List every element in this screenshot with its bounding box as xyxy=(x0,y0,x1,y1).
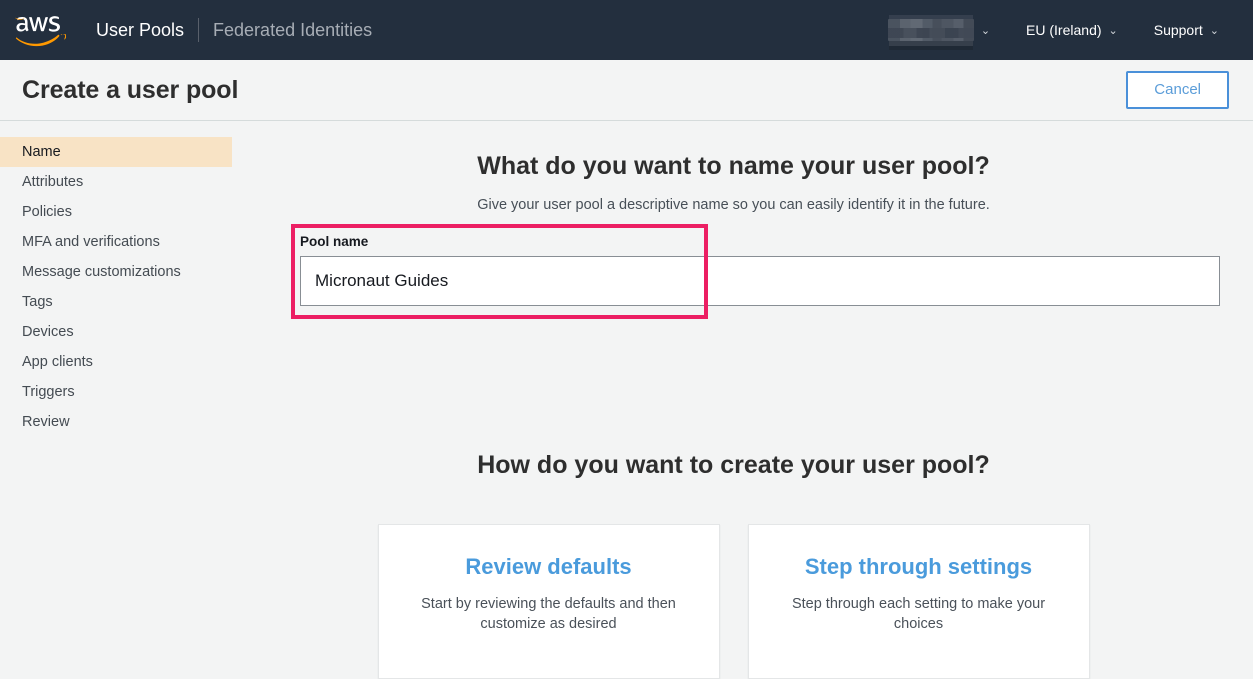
primary-nav-links: User Pools Federated Identities xyxy=(82,18,386,42)
region-label: EU (Ireland) xyxy=(1026,22,1102,38)
account-menu[interactable]: ⌄ xyxy=(870,19,1008,41)
wizard-main-panel: What do you want to name your user pool?… xyxy=(232,121,1253,679)
sidebar-item-review[interactable]: Review xyxy=(0,407,232,437)
chevron-down-icon: ⌄ xyxy=(1209,24,1219,37)
creation-option-cards: Review defaults Start by reviewing the d… xyxy=(232,524,1253,679)
sidebar-item-name[interactable]: Name xyxy=(0,137,232,167)
sidebar-item-app-clients[interactable]: App clients xyxy=(0,347,232,377)
top-navigation-bar: User Pools Federated Identities ⌄ EU (Ir… xyxy=(0,0,1253,60)
aws-logo[interactable] xyxy=(14,12,66,48)
card-description: Start by reviewing the defaults and then… xyxy=(421,596,676,632)
topnav-right-group: ⌄ EU (Ireland) ⌄ Support ⌄ xyxy=(870,19,1237,41)
main-heading: What do you want to name your user pool? xyxy=(477,152,990,180)
sidebar-item-message-customizations[interactable]: Message customizations xyxy=(0,257,232,287)
account-name-redacted xyxy=(887,19,974,41)
nav-link-federated-identities[interactable]: Federated Identities xyxy=(199,20,386,41)
region-menu[interactable]: EU (Ireland) ⌄ xyxy=(1008,22,1136,38)
support-menu[interactable]: Support ⌄ xyxy=(1136,22,1237,38)
sidebar-item-policies[interactable]: Policies xyxy=(0,197,232,227)
pool-name-label: Pool name xyxy=(300,234,369,249)
sidebar-item-mfa-and-verifications[interactable]: MFA and verifications xyxy=(0,227,232,257)
cancel-button[interactable]: Cancel xyxy=(1126,70,1229,110)
card-description: Step through each setting to make your c… xyxy=(791,596,1046,632)
card-title: Review defaults xyxy=(465,554,632,579)
wizard-step-sidebar: Name Attributes Policies MFA and verific… xyxy=(0,121,232,596)
chevron-down-icon: ⌄ xyxy=(980,24,991,37)
sidebar-item-tags[interactable]: Tags xyxy=(0,287,232,317)
card-step-through-settings[interactable]: Step through settings Step through each … xyxy=(747,524,1090,679)
page-title: Create a user pool xyxy=(22,75,239,104)
page-title-bar: Create a user pool Cancel xyxy=(0,60,1253,121)
page-content: Name Attributes Policies MFA and verific… xyxy=(0,121,1253,679)
chevron-down-icon: ⌄ xyxy=(1108,24,1118,37)
support-label: Support xyxy=(1153,22,1203,38)
sidebar-item-devices[interactable]: Devices xyxy=(0,317,232,347)
card-review-defaults[interactable]: Review defaults Start by reviewing the d… xyxy=(377,524,720,679)
pool-name-input[interactable] xyxy=(300,256,1220,306)
main-subheading: Give your user pool a descriptive name s… xyxy=(477,197,990,213)
sidebar-item-triggers[interactable]: Triggers xyxy=(0,377,232,407)
second-heading: How do you want to create your user pool… xyxy=(477,451,990,479)
sidebar-item-attributes[interactable]: Attributes xyxy=(0,167,232,197)
card-title: Step through settings xyxy=(804,554,1033,579)
nav-link-user-pools[interactable]: User Pools xyxy=(82,20,198,41)
